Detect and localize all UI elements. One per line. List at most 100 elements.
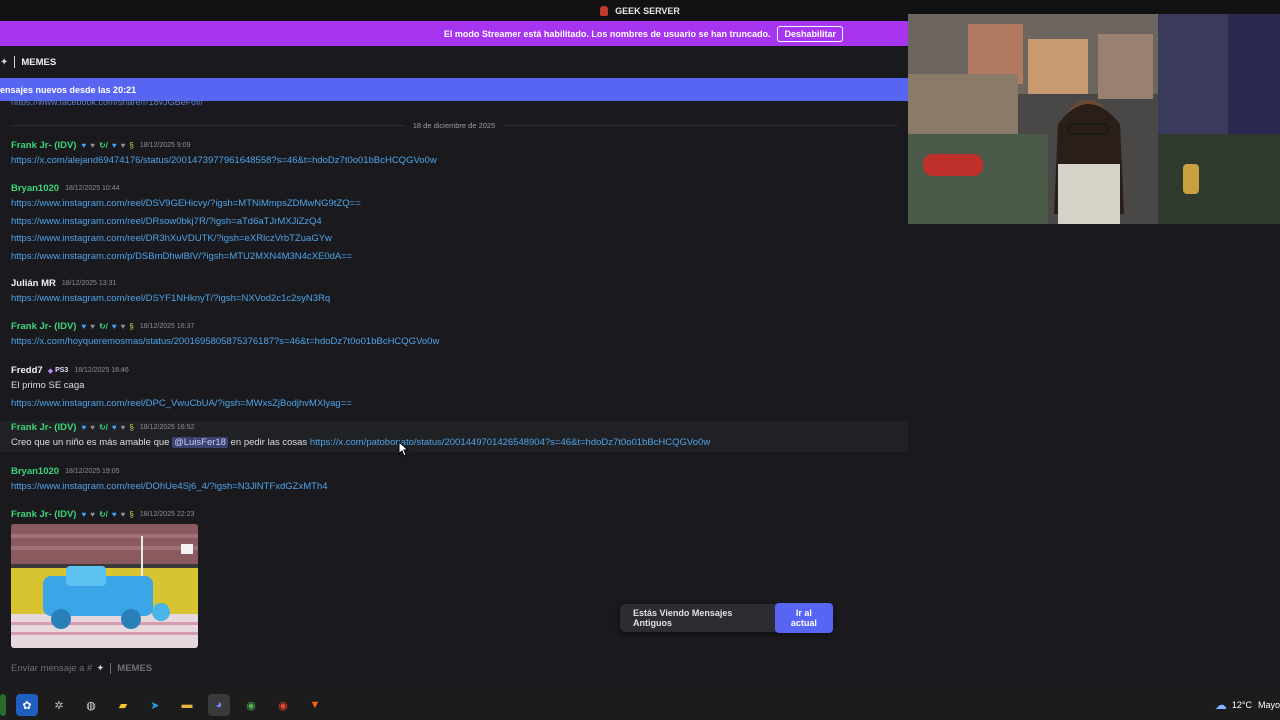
- snake-icon: §: [129, 510, 134, 519]
- webcam-image: [908, 14, 1280, 224]
- start-edge-icon[interactable]: [0, 694, 6, 716]
- channel-title: MEMES: [21, 56, 57, 68]
- message-timestamp: 18/12/2025 22:23: [139, 511, 195, 518]
- weather-condition: Mayo: [1257, 700, 1280, 710]
- disable-streamer-button[interactable]: Deshabilitar: [777, 25, 843, 42]
- snake-icon: §: [129, 141, 134, 150]
- message-timestamp: 18/12/2025 13:31: [61, 280, 117, 287]
- weather-widget[interactable]: ☁ 12°C Mayo: [1215, 690, 1280, 720]
- message-link[interactable]: https://www.instagram.com/reel/DR3hXuVDU…: [11, 233, 332, 244]
- image-attachment[interactable]: [11, 524, 198, 648]
- streamer-mode-notice: El modo Streamer está habilitado. Los no…: [443, 28, 771, 39]
- jump-to-present-button[interactable]: Ir al actual: [774, 603, 833, 633]
- divider: [14, 56, 16, 68]
- message-author[interactable]: Bryan1020: [11, 183, 59, 194]
- webcam-overlay: [908, 14, 1280, 224]
- message-link[interactable]: https://x.com/hoyqueremosmas/status/2001…: [11, 336, 439, 347]
- gray-heart-icon: ♥: [90, 423, 95, 432]
- steam-icon[interactable]: ◍: [80, 694, 102, 716]
- user-mention[interactable]: @LuisFer18: [172, 437, 228, 448]
- message-link[interactable]: https://www.instagram.com/reel/DSYF1NHkn…: [11, 293, 330, 304]
- message-composer[interactable]: Enviar mensaje a # ✦ MEMES: [0, 653, 908, 683]
- message-author[interactable]: Bryan1020: [11, 466, 59, 477]
- gray-heart-icon: ♥: [120, 322, 126, 331]
- copilot-icon[interactable]: ✿: [16, 694, 38, 716]
- message-author[interactable]: Frank Jr- (IDV): [11, 422, 76, 433]
- divider-line: [10, 124, 405, 126]
- message: Frank Jr- (IDV) ♥ ♥ ↻/ ♥ ♥ § 18/12/2025 …: [0, 320, 908, 351]
- channel-emoji-icon: ✦: [0, 56, 9, 68]
- recycle-icon: ↻/: [98, 510, 108, 519]
- blue-heart-icon: ♥: [81, 322, 87, 331]
- message-link[interactable]: https://x.com/patobonato/status/20014497…: [310, 437, 710, 448]
- message-author[interactable]: Frank Jr- (IDV): [11, 321, 76, 332]
- discord-icon[interactable]: ◕: [208, 694, 230, 716]
- message-link[interactable]: https://www.instagram.com/reel/DSV9GEHic…: [11, 198, 361, 209]
- recycle-icon: ↻/: [98, 423, 108, 432]
- message-link[interactable]: https://www.instagram.com/reel/DPC_VwuCb…: [11, 398, 352, 409]
- message-timestamp: 18/12/2025 19:05: [65, 468, 120, 475]
- blue-heart-icon: ♥: [111, 510, 117, 519]
- composer-placeholder: Enviar mensaje a #: [11, 662, 93, 674]
- server-name: GEEK SERVER: [615, 5, 680, 16]
- blue-heart-icon: ♥: [81, 141, 87, 150]
- message: Frank Jr- (IDV) ♥ ♥ ↻/ ♥ ♥ § 18/12/2025 …: [0, 508, 908, 521]
- message-author[interactable]: Julián MR: [11, 278, 56, 289]
- message-timestamp: 18/12/2025 10:44: [65, 185, 120, 192]
- message-author[interactable]: Fredd7: [11, 365, 43, 376]
- message: Bryan1020 18/12/2025 19:05 https://www.i…: [0, 465, 908, 496]
- message: Frank Jr- (IDV) ♥ ♥ ↻/ ♥ ♥ § 18/12/2025 …: [0, 139, 908, 170]
- divider-line: [503, 124, 898, 126]
- brave-icon[interactable]: ▼: [304, 694, 326, 716]
- message-text: en pedir las cosas: [230, 437, 308, 448]
- file-explorer-icon[interactable]: ▬: [176, 694, 198, 716]
- recycle-icon: ↻/: [98, 141, 108, 150]
- snake-icon: §: [129, 423, 134, 432]
- message-author[interactable]: Frank Jr- (IDV): [11, 140, 76, 151]
- viewing-old-messages-notice: Estás Viendo Mensajes Antiguos Ir al act…: [620, 603, 833, 633]
- date-divider-text: 18 de diciembre de 2025: [412, 120, 496, 130]
- settings-icon[interactable]: ✲: [48, 694, 70, 716]
- gray-heart-icon: ♥: [90, 510, 95, 519]
- message-timestamp: 18/12/2025 16:52: [139, 424, 195, 431]
- chrome-profile-icon[interactable]: ◉: [272, 694, 294, 716]
- server-tag[interactable]: ◆ PS3: [48, 367, 69, 375]
- blue-heart-icon: ♥: [111, 423, 117, 432]
- gem-icon: ◆: [47, 367, 54, 375]
- attachment-image: [11, 524, 198, 648]
- message: Fredd7 ◆ PS3 18/12/2025 16:46 El primo S…: [0, 364, 908, 412]
- message-timestamp: 18/12/2025 9:09: [139, 142, 191, 149]
- mouse-cursor-icon: [398, 441, 410, 457]
- divider: [110, 662, 112, 674]
- message-link[interactable]: https://www.instagram.com/reel/DOhUe4Sj6…: [11, 481, 328, 492]
- chrome-icon[interactable]: ◉: [240, 694, 262, 716]
- gray-heart-icon: ♥: [120, 510, 126, 519]
- message-timestamp: 18/12/2025 16:37: [139, 323, 195, 330]
- gray-heart-icon: ♥: [90, 322, 95, 331]
- user-badges: ♥ ♥ ↻/ ♥ ♥ §: [81, 423, 133, 432]
- clipped-link[interactable]: https://www.facebook.com/share/r/18yJGBe…: [11, 97, 203, 105]
- message: Bryan1020 18/12/2025 10:44 https://www.i…: [0, 182, 908, 265]
- user-badges: ♥ ♥ ↻/ ♥ ♥ §: [81, 510, 133, 519]
- blue-heart-icon: ♥: [81, 423, 87, 432]
- gray-heart-icon: ♥: [90, 141, 95, 150]
- sticky-notes-icon[interactable]: ▰: [112, 694, 134, 716]
- background-area: [908, 224, 1280, 690]
- recycle-icon: ↻/: [98, 322, 108, 331]
- message-link[interactable]: https://www.instagram.com/reel/DRsow0bkj…: [11, 216, 322, 227]
- blue-heart-icon: ♥: [81, 510, 87, 519]
- streamer-mode-bar: El modo Streamer está habilitado. Los no…: [0, 21, 908, 46]
- message-author[interactable]: Frank Jr- (IDV): [11, 509, 76, 520]
- gray-heart-icon: ♥: [120, 141, 126, 150]
- message-link[interactable]: https://x.com/alejand69474176/status/200…: [11, 155, 437, 166]
- channel-emoji-icon: ✦: [96, 662, 105, 674]
- message-text: El primo SE caga: [11, 380, 85, 391]
- date-divider: 18 de diciembre de 2025: [0, 117, 908, 133]
- message-text: Creo que un niño es más amable que: [11, 437, 170, 448]
- snake-icon: §: [129, 322, 134, 331]
- message-link[interactable]: https://www.instagram.com/p/DSBmDhwlBlV/…: [11, 251, 352, 262]
- message-timestamp: 18/12/2025 16:46: [74, 367, 129, 374]
- gray-heart-icon: ♥: [120, 423, 126, 432]
- telegram-icon[interactable]: ➤: [144, 694, 166, 716]
- blue-heart-icon: ♥: [111, 141, 117, 150]
